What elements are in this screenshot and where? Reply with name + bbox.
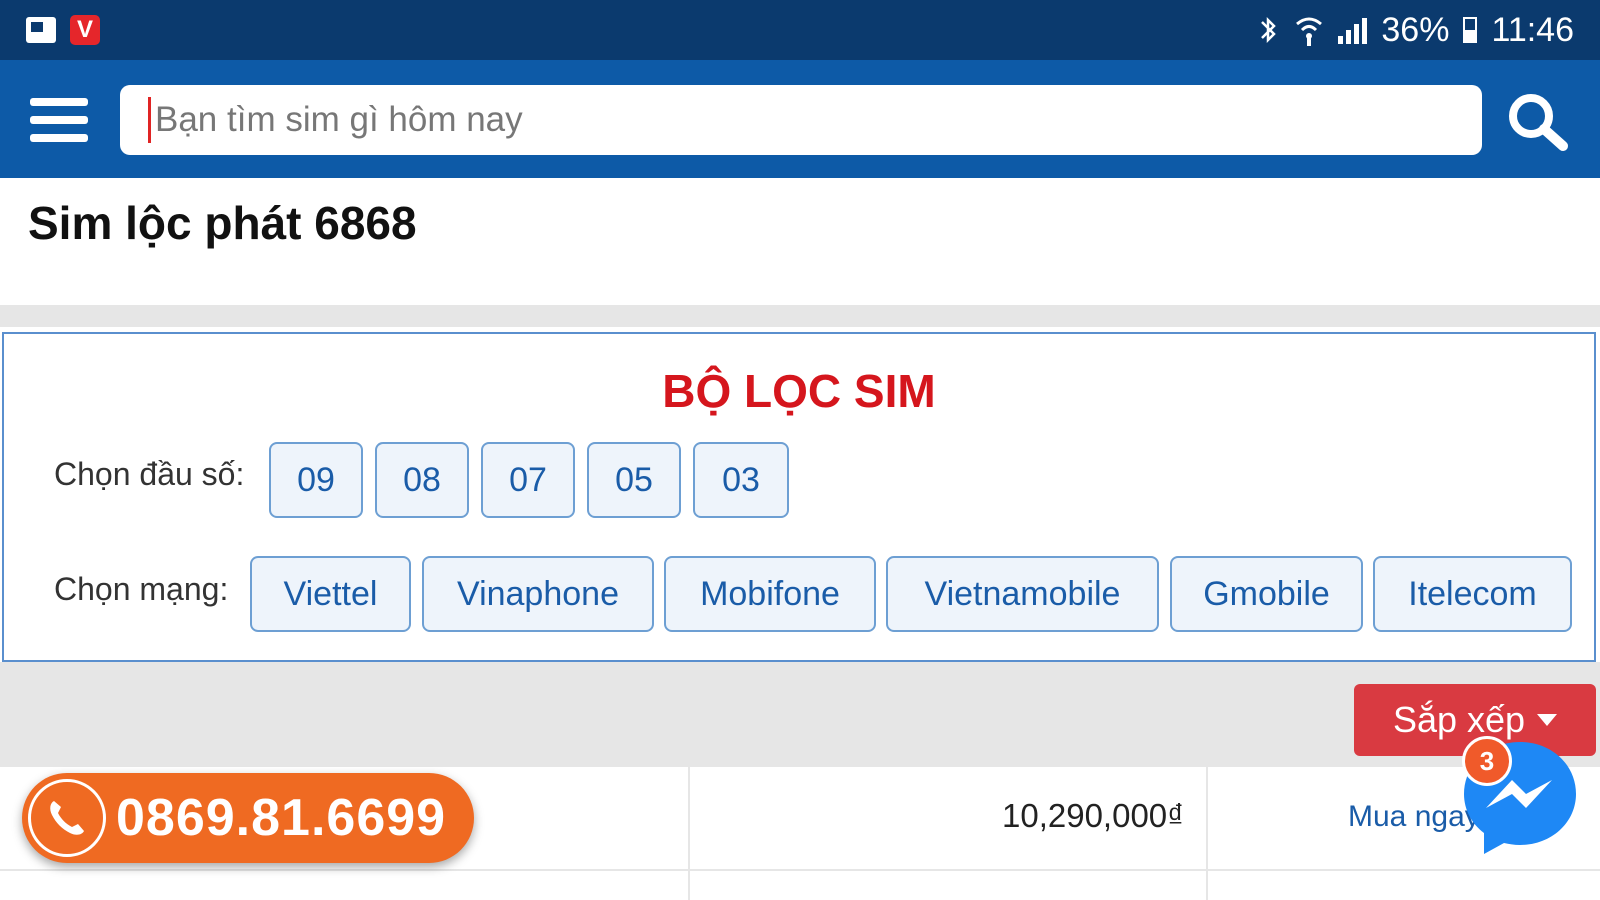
search-input[interactable]: [153, 99, 1437, 141]
network-label: Chọn mạng:: [54, 571, 229, 607]
bluetooth-icon: [1256, 14, 1280, 46]
sort-button-label: Sắp xếp: [1392, 699, 1526, 740]
column-divider: [1206, 767, 1208, 900]
status-bar-left: V: [26, 15, 100, 45]
app-notification-icon: [26, 17, 56, 43]
prefix-label: Chọn đầu số:: [54, 456, 245, 492]
status-bar: V 36% 11:46: [0, 0, 1600, 60]
sim-filter-panel: BỘ LỌC SIM Chọn đầu số: 09 08 07 05 03 C…: [2, 332, 1596, 662]
clock-time: 11:46: [1491, 10, 1574, 49]
battery-percent: 36%: [1381, 10, 1450, 49]
hamburger-menu-icon[interactable]: [30, 98, 88, 142]
prefix-chip[interactable]: 03: [693, 442, 789, 518]
network-chip-viettel[interactable]: Viettel: [250, 556, 411, 632]
notification-badge: 3: [1462, 736, 1512, 786]
prefix-chip[interactable]: 05: [587, 442, 681, 518]
text-caret: [148, 97, 151, 143]
signal-icon: [1338, 16, 1368, 44]
network-chip-itelecom[interactable]: Itelecom: [1373, 556, 1572, 632]
caret-down-icon: [1537, 714, 1558, 726]
v-app-icon: V: [70, 15, 100, 45]
column-divider: [688, 767, 690, 900]
wifi-icon: [1294, 14, 1324, 46]
prefix-chip[interactable]: 08: [375, 442, 469, 518]
page-title: Sim lộc phát 6868: [28, 197, 417, 249]
network-chip-gmobile[interactable]: Gmobile: [1170, 556, 1363, 632]
prefix-chip[interactable]: 09: [269, 442, 363, 518]
network-chip-vinaphone[interactable]: Vinaphone: [422, 556, 654, 632]
sim-price: 10,290,000₫: [1002, 797, 1185, 834]
network-chip-mobifone[interactable]: Mobifone: [664, 556, 876, 632]
search-box[interactable]: [120, 85, 1482, 155]
prefix-chip[interactable]: 07: [481, 442, 575, 518]
filter-title: BỘ LỌC SIM: [662, 365, 936, 417]
battery-icon: [1463, 17, 1478, 43]
network-chip-vietnamobile[interactable]: Vietnamobile: [886, 556, 1159, 632]
phone-icon: [28, 779, 106, 857]
status-bar-right: 36% 11:46: [1256, 11, 1574, 50]
hotline-number: 0869.81.6699: [116, 789, 447, 847]
app-header: [0, 60, 1600, 178]
section-divider: [0, 305, 1600, 327]
search-icon[interactable]: [1505, 90, 1569, 154]
hotline-button[interactable]: 0869.81.6699: [22, 773, 474, 863]
